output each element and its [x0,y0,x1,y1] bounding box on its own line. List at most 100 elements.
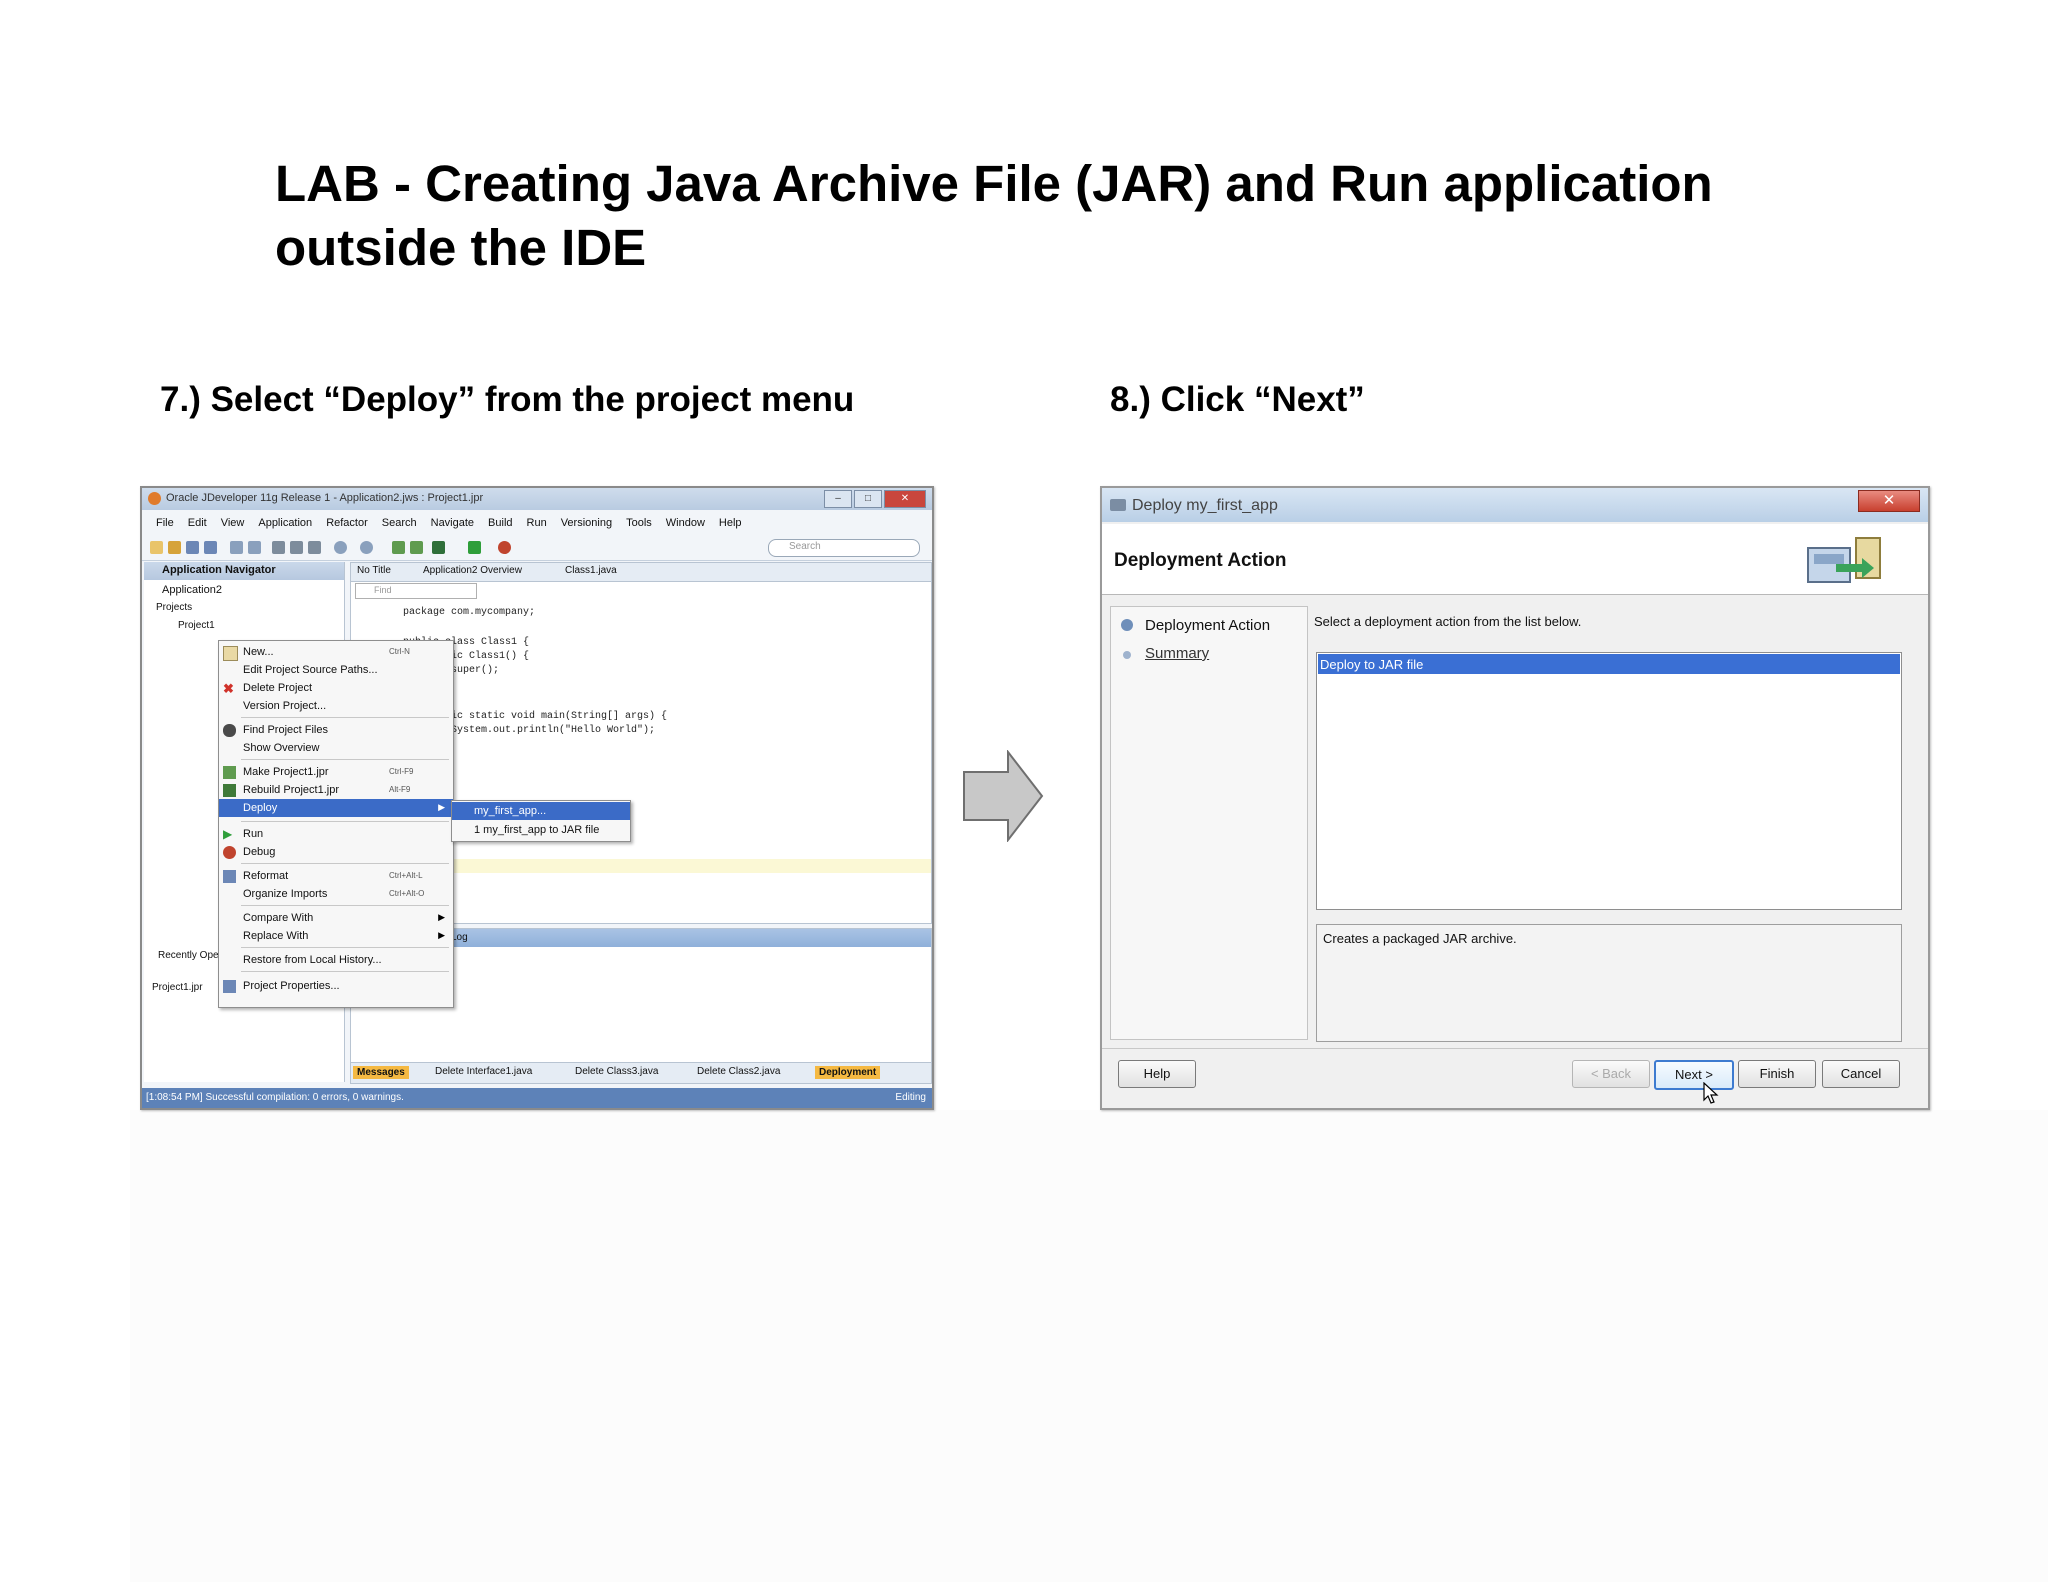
menu-run[interactable]: Run [527,517,547,529]
dialog-close-button[interactable]: ✕ [1858,490,1920,512]
menu-file[interactable]: File [156,517,174,529]
tab-application2-overview[interactable]: Application2 Overview [423,565,522,576]
menu-refactor[interactable]: Refactor [326,517,368,529]
search-placeholder: Search [789,541,821,552]
menu-item-deploy[interactable]: Deploy ▶ [219,799,453,817]
jdeveloper-screenshot: Oracle JDeveloper 11g Release 1 - Applic… [140,486,934,1110]
right-arrow-icon [963,750,1044,842]
build-icon[interactable] [432,541,445,554]
menu-item-debug[interactable]: Debug [219,843,453,861]
menu-item-reformat[interactable]: Reformat Ctrl+Alt-L [219,867,453,885]
dialog-header-title: Deployment Action [1114,550,1287,571]
window-controls: – □ ✕ [824,490,926,508]
rebuild-icon[interactable] [410,541,423,554]
footer-divider [1102,1048,1928,1049]
help-button[interactable]: Help [1118,1060,1196,1088]
find-input[interactable]: Find [355,583,477,599]
deployment-action-list[interactable]: Deploy to JAR file [1316,652,1902,910]
tab-deployment[interactable]: Deployment [815,1066,881,1079]
properties-icon [223,980,236,993]
shortcut-label: Ctrl-F9 [389,767,414,776]
menu-item-version-project[interactable]: Version Project... [219,697,453,715]
minimize-button[interactable]: – [824,490,852,508]
menu-tools[interactable]: Tools [626,517,652,529]
dialog-title: Deploy my_first_app [1132,497,1278,514]
status-message: [1:08:54 PM] Successful compilation: 0 e… [146,1092,404,1103]
menu-item-show-overview[interactable]: Show Overview [219,739,453,757]
menu-item-compare-with[interactable]: Compare With ▶ [219,909,453,927]
menu-item-find-project-files[interactable]: Find Project Files [219,721,453,739]
menu-item-delete-project[interactable]: ✖ Delete Project [219,679,453,697]
menu-view[interactable]: View [221,517,245,529]
menu-search[interactable]: Search [382,517,417,529]
finish-button[interactable]: Finish [1738,1060,1816,1088]
menu-separator [241,971,449,972]
log-bottom-tabs: Messages Delete Interface1.java Delete C… [351,1062,931,1083]
action-deploy-to-jar[interactable]: Deploy to JAR file [1318,654,1900,674]
menu-item-restore-local-history[interactable]: Restore from Local History... [219,951,453,969]
tab-delete-class3[interactable]: Delete Class3.java [575,1066,658,1077]
back-icon[interactable] [334,541,347,554]
tab-delete-interface1[interactable]: Delete Interface1.java [435,1066,532,1077]
tab-messages[interactable]: Messages [353,1066,409,1079]
ide-search-input[interactable]: Search [768,539,920,557]
menu-application[interactable]: Application [258,517,312,529]
menu-window[interactable]: Window [666,517,705,529]
new-file-icon[interactable] [150,541,163,554]
tab-delete-class2[interactable]: Delete Class2.java [697,1066,780,1077]
menu-navigate[interactable]: Navigate [431,517,474,529]
tab-class1-java[interactable]: Class1.java [565,565,617,576]
menu-item-label: Find Project Files [243,724,328,736]
menu-item-label: Project Properties... [243,980,340,992]
menu-item-edit-source-paths[interactable]: Edit Project Source Paths... [219,661,453,679]
maximize-button[interactable]: □ [854,490,882,508]
menu-separator [241,759,449,760]
debug-icon[interactable] [498,541,511,554]
cancel-button[interactable]: Cancel [1822,1060,1900,1088]
ide-titlebar: Oracle JDeveloper 11g Release 1 - Applic… [142,488,932,510]
undo-icon[interactable] [230,541,243,554]
ide-status-bar: [1:08:54 PM] Successful compilation: 0 e… [142,1088,932,1108]
menu-item-organize-imports[interactable]: Organize Imports Ctrl+Alt-O [219,885,453,903]
menu-help[interactable]: Help [719,517,742,529]
cut-icon[interactable] [272,541,285,554]
menu-separator [241,717,449,718]
menu-item-run[interactable]: ▶ Run [219,825,453,843]
menu-versioning[interactable]: Versioning [561,517,612,529]
forward-icon[interactable] [360,541,373,554]
open-icon[interactable] [168,541,181,554]
menu-edit[interactable]: Edit [188,517,207,529]
submenu-item-label: 1 my_first_app to JAR file [474,824,600,836]
menu-item-make-project[interactable]: Make Project1.jpr Ctrl-F9 [219,763,453,781]
wizard-steps-panel: Deployment Action Summary [1110,606,1308,1040]
tab-no-title[interactable]: No Title [357,565,391,576]
menu-item-rebuild-project[interactable]: Rebuild Project1.jpr Alt-F9 [219,781,453,799]
menu-build[interactable]: Build [488,517,512,529]
ide-menubar: File Edit View Application Refactor Sear… [142,512,932,534]
menu-item-label: Rebuild Project1.jpr [243,784,339,796]
ide-window-title: Oracle JDeveloper 11g Release 1 - Applic… [166,492,484,504]
dialog-titlebar: Deploy my_first_app ✕ [1102,488,1928,522]
paste-icon[interactable] [308,541,321,554]
run-icon[interactable] [468,541,481,554]
dialog-prompt: Select a deployment action from the list… [1314,614,1582,629]
close-button[interactable]: ✕ [884,490,926,508]
save-icon[interactable] [186,541,199,554]
make-icon[interactable] [392,541,405,554]
project-context-menu: New... Ctrl-N Edit Project Source Paths.… [218,640,454,1008]
action-description: Creates a packaged JAR archive. [1316,924,1902,1042]
submenu-item-my-first-app[interactable]: my_first_app... [452,802,630,820]
submenu-item-jar-file[interactable]: 1 my_first_app to JAR file [452,821,630,839]
redo-icon[interactable] [248,541,261,554]
next-button[interactable]: Next > [1654,1060,1734,1090]
back-button[interactable]: < Back [1572,1060,1650,1088]
save-all-icon[interactable] [204,541,217,554]
menu-item-new[interactable]: New... Ctrl-N [219,643,453,661]
deploy-submenu: my_first_app... 1 my_first_app to JAR fi… [451,800,631,842]
copy-icon[interactable] [290,541,303,554]
menu-item-label: Replace With [243,930,309,942]
ide-toolbar: Search [142,536,932,561]
menu-item-label: Delete Project [243,682,313,694]
menu-item-project-properties[interactable]: Project Properties... [219,977,453,995]
menu-item-replace-with[interactable]: Replace With ▶ [219,927,453,945]
